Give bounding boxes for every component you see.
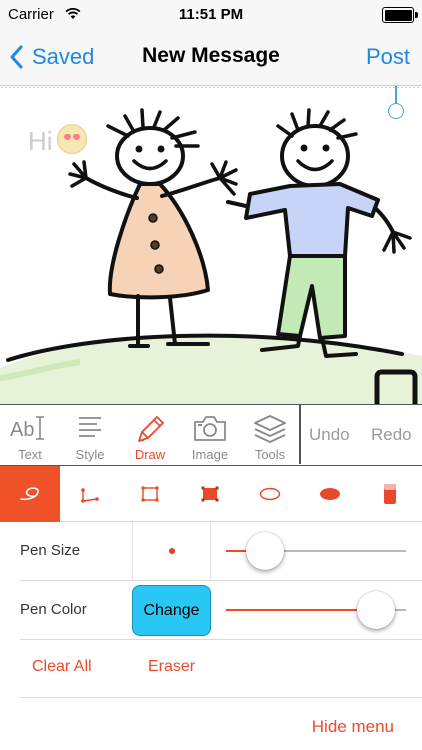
rectangle-icon [141, 486, 159, 502]
filled-ellipse-icon [320, 488, 340, 500]
text-format-icon: Ab [0, 413, 60, 445]
eraser-icon [384, 484, 396, 504]
redo-button[interactable]: Redo [371, 425, 412, 445]
canvas-top-edge [0, 86, 422, 89]
pen-size-row: Pen Size [0, 522, 422, 580]
status-bar: Carrier 11:51 PM [0, 0, 422, 30]
pencil-icon [120, 413, 180, 445]
tab-divider [299, 405, 301, 464]
tab-label: Text [18, 447, 42, 462]
row-divider [20, 697, 422, 698]
pen-size-preview-dot [169, 548, 175, 554]
line-icon [81, 488, 99, 503]
pen-color-label: Pen Color [20, 601, 87, 618]
slider-knob[interactable] [356, 591, 395, 629]
svg-text:Ab: Ab [10, 419, 34, 441]
slider-track-empty [264, 550, 406, 552]
column-divider [132, 522, 133, 580]
eraser-tool[interactable] [360, 466, 420, 522]
pen-color-row: Pen Color Change [0, 581, 422, 639]
drawing-canvas[interactable]: Hi [0, 86, 422, 404]
filled-rectangle-tool[interactable] [180, 466, 240, 522]
pen-size-label: Pen Size [20, 542, 81, 559]
slider-track-filled [226, 609, 376, 611]
pen-color-slider[interactable] [226, 590, 406, 630]
tab-label: Style [75, 447, 105, 462]
hide-menu-button[interactable]: Hide menu [312, 717, 394, 737]
canvas-frame-handle-icon[interactable] [374, 369, 418, 404]
column-divider [210, 522, 211, 580]
lines-icon [60, 413, 120, 445]
app-screen: Carrier 11:51 PM Saved New Message Post … [0, 0, 422, 750]
tool-tab-bar: Ab Text Style Draw Image Tools Undo Redo [0, 404, 422, 466]
ellipse-tool[interactable] [240, 466, 300, 522]
stick-figure-drawing [0, 108, 422, 404]
filled-rectangle-icon [201, 486, 219, 502]
undo-button[interactable]: Undo [309, 425, 350, 445]
eraser-button[interactable]: Eraser [148, 658, 195, 676]
tab-style[interactable]: Style [60, 405, 120, 464]
handle-line [395, 86, 397, 104]
clear-all-button[interactable]: Clear All [32, 658, 92, 676]
tab-label: Tools [254, 447, 286, 462]
slider-knob[interactable] [245, 532, 284, 570]
tab-draw[interactable]: Draw [120, 405, 180, 464]
shape-tool-bar [0, 466, 422, 522]
tab-image[interactable]: Image [180, 405, 240, 464]
pen-size-slider[interactable] [226, 531, 406, 571]
row-divider [20, 639, 422, 640]
navigation-bar: Saved New Message Post [0, 30, 422, 86]
tab-label: Draw [134, 447, 166, 462]
clock: 11:51 PM [178, 6, 244, 23]
ellipse-icon [259, 487, 281, 501]
battery-icon [382, 7, 418, 23]
change-color-button[interactable]: Change [132, 585, 211, 636]
tab-text[interactable]: Ab Text [0, 405, 60, 464]
filled-ellipse-tool[interactable] [300, 466, 360, 522]
post-button[interactable]: Post [366, 44, 410, 70]
layers-icon [240, 413, 300, 445]
camera-icon [180, 413, 240, 445]
freehand-icon [20, 487, 39, 501]
page-title: New Message [142, 44, 280, 67]
freehand-tool[interactable] [0, 466, 60, 522]
tab-tools[interactable]: Tools [240, 405, 300, 464]
line-tool[interactable] [60, 466, 120, 522]
rectangle-tool[interactable] [120, 466, 180, 522]
tab-label: Image [191, 447, 229, 462]
